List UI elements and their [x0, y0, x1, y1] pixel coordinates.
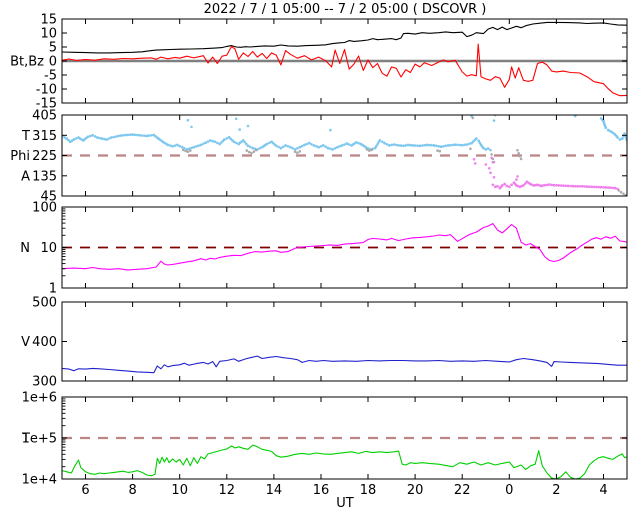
panel-label-v: V	[21, 335, 30, 350]
panel-bt-bz: -15-10-5051015Bt,Bz	[10, 13, 628, 112]
x-tick-label: 16	[313, 483, 330, 498]
series-N	[62, 223, 627, 271]
x-tick-label: 14	[266, 483, 283, 498]
y-tick-label: 10	[40, 241, 57, 256]
panel-label-phi: Phi	[10, 149, 30, 164]
panel-temperature: 1e+41e+51e+6T	[21, 391, 628, 488]
panel-label-n: N	[20, 241, 30, 256]
y-tick-label: 500	[32, 296, 57, 311]
panel-label-t: T	[21, 432, 30, 447]
x-tick-label: 2	[552, 483, 560, 498]
y-tick-label: 300	[32, 375, 57, 390]
panel-label-btbz: Bt,Bz	[10, 55, 44, 70]
x-tick-label: 18	[360, 483, 377, 498]
x-tick-label: 8	[128, 483, 136, 498]
y-tick-label: 315	[32, 129, 57, 144]
series-Bt	[62, 21, 627, 54]
y-tick-label: -10	[36, 83, 57, 98]
panel-phi: 45135225315405TPhiA	[10, 109, 628, 205]
series-Bz	[62, 43, 627, 97]
panel-velocity: 300 400 500 V	[21, 296, 628, 390]
y-tick-label: 1e+4	[22, 473, 57, 488]
x-tick-label: 12	[219, 483, 236, 498]
x-tick-label: 22	[454, 483, 471, 498]
y-tick-label: -5	[44, 69, 57, 84]
panel-frame	[61, 114, 628, 197]
y-tick-label: 1	[49, 282, 57, 297]
y-tick-label: 10	[40, 27, 57, 42]
x-tick-label: 10	[171, 483, 188, 498]
series-V	[62, 355, 627, 374]
y-tick-label: 225	[32, 149, 57, 164]
y-tick-label: 15	[40, 13, 57, 28]
y-tick-label: 5	[49, 41, 57, 56]
y-tick-label: 0	[49, 55, 57, 70]
y-tick-label: 405	[32, 109, 57, 124]
y-tick-label: 100	[32, 201, 57, 216]
series-T	[62, 444, 627, 479]
plot-canvas: -15-10-5051015Bt,Bz45135225315405TPhiA11…	[10, 13, 628, 498]
y-tick-label: 1e+6	[22, 391, 57, 406]
x-tick-label: 20	[407, 483, 424, 498]
panel-frame	[61, 206, 628, 289]
x-tick-label: 6	[81, 483, 89, 498]
panel-density: 1 10 100 N	[20, 201, 628, 297]
panel-label-a: A	[21, 169, 30, 184]
y-tick-label: 135	[32, 169, 57, 184]
x-tick-label: 4	[599, 483, 607, 498]
panel-frame	[61, 301, 628, 382]
dscovr-solar-wind-plot: 2022 / 7 / 1 05:00 -- 7 / 2 05:00 ( DSCO…	[0, 0, 640, 512]
x-axis-title: UT	[336, 496, 354, 511]
y-tick-label: 400	[32, 335, 57, 350]
series-phi-toward	[62, 115, 627, 152]
panel-label-t: T	[21, 129, 30, 144]
x-tick-label: 0	[505, 483, 513, 498]
